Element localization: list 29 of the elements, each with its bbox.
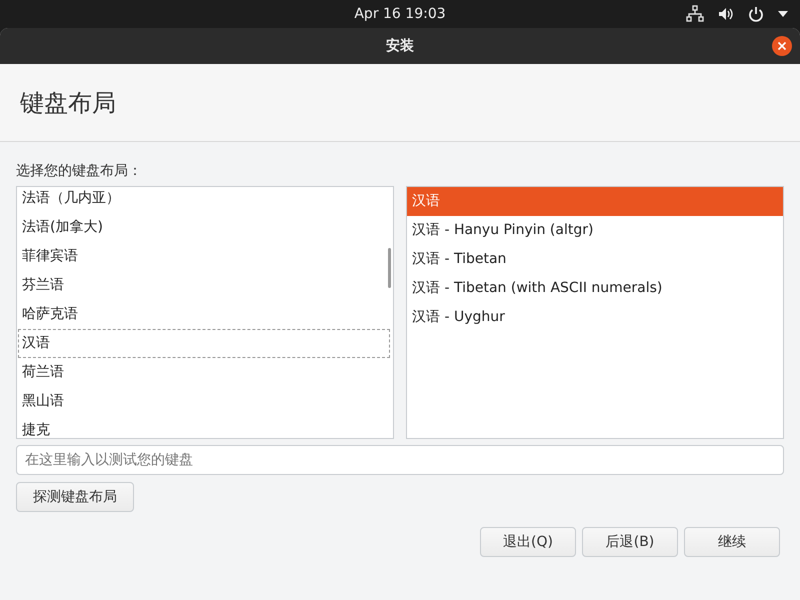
nav-button[interactable]: 后退(B) (582, 527, 678, 557)
window-title: 安装 (386, 37, 414, 55)
layout-item[interactable]: 汉语 (18, 329, 390, 358)
nav-button[interactable]: 继续 (684, 527, 780, 557)
layout-item[interactable]: 黑山语 (17, 387, 393, 416)
network-icon[interactable] (686, 5, 704, 23)
nav-button[interactable]: 退出(Q) (480, 527, 576, 557)
caret-icon[interactable] (778, 11, 788, 17)
page-heading: 键盘布局 (20, 88, 116, 118)
layout-item[interactable]: 哈萨克语 (17, 300, 393, 329)
variant-item[interactable]: 汉语 - Uyghur (407, 303, 783, 332)
prompt-label: 选择您的键盘布局： (16, 162, 143, 181)
layout-item[interactable]: 荷兰语 (17, 358, 393, 387)
volume-icon[interactable] (718, 6, 734, 22)
clock[interactable]: Apr 16 19:03 (354, 6, 446, 22)
detect-layout-button[interactable]: 探测键盘布局 (16, 482, 134, 512)
test-input-field[interactable]: 在这里输入以测试您的键盘 (16, 445, 784, 475)
close-icon[interactable] (772, 36, 792, 56)
layout-item[interactable]: 菲律宾语 (17, 242, 393, 271)
variant-item[interactable]: 汉语 (407, 187, 783, 216)
variant-item[interactable]: 汉语 - Hanyu Pinyin (altgr) (407, 216, 783, 245)
power-icon[interactable] (748, 6, 764, 22)
layout-item[interactable]: 法语(加拿大) (17, 213, 393, 242)
layout-item[interactable]: 捷克 (17, 416, 393, 438)
scrollbar[interactable] (388, 248, 391, 288)
variant-item[interactable]: 汉语 - Tibetan (with ASCII numerals) (407, 274, 783, 303)
variant-item[interactable]: 汉语 - Tibetan (407, 245, 783, 274)
layout-item[interactable]: 芬兰语 (17, 271, 393, 300)
layout-item[interactable]: 法语（几内亚） (17, 187, 393, 213)
